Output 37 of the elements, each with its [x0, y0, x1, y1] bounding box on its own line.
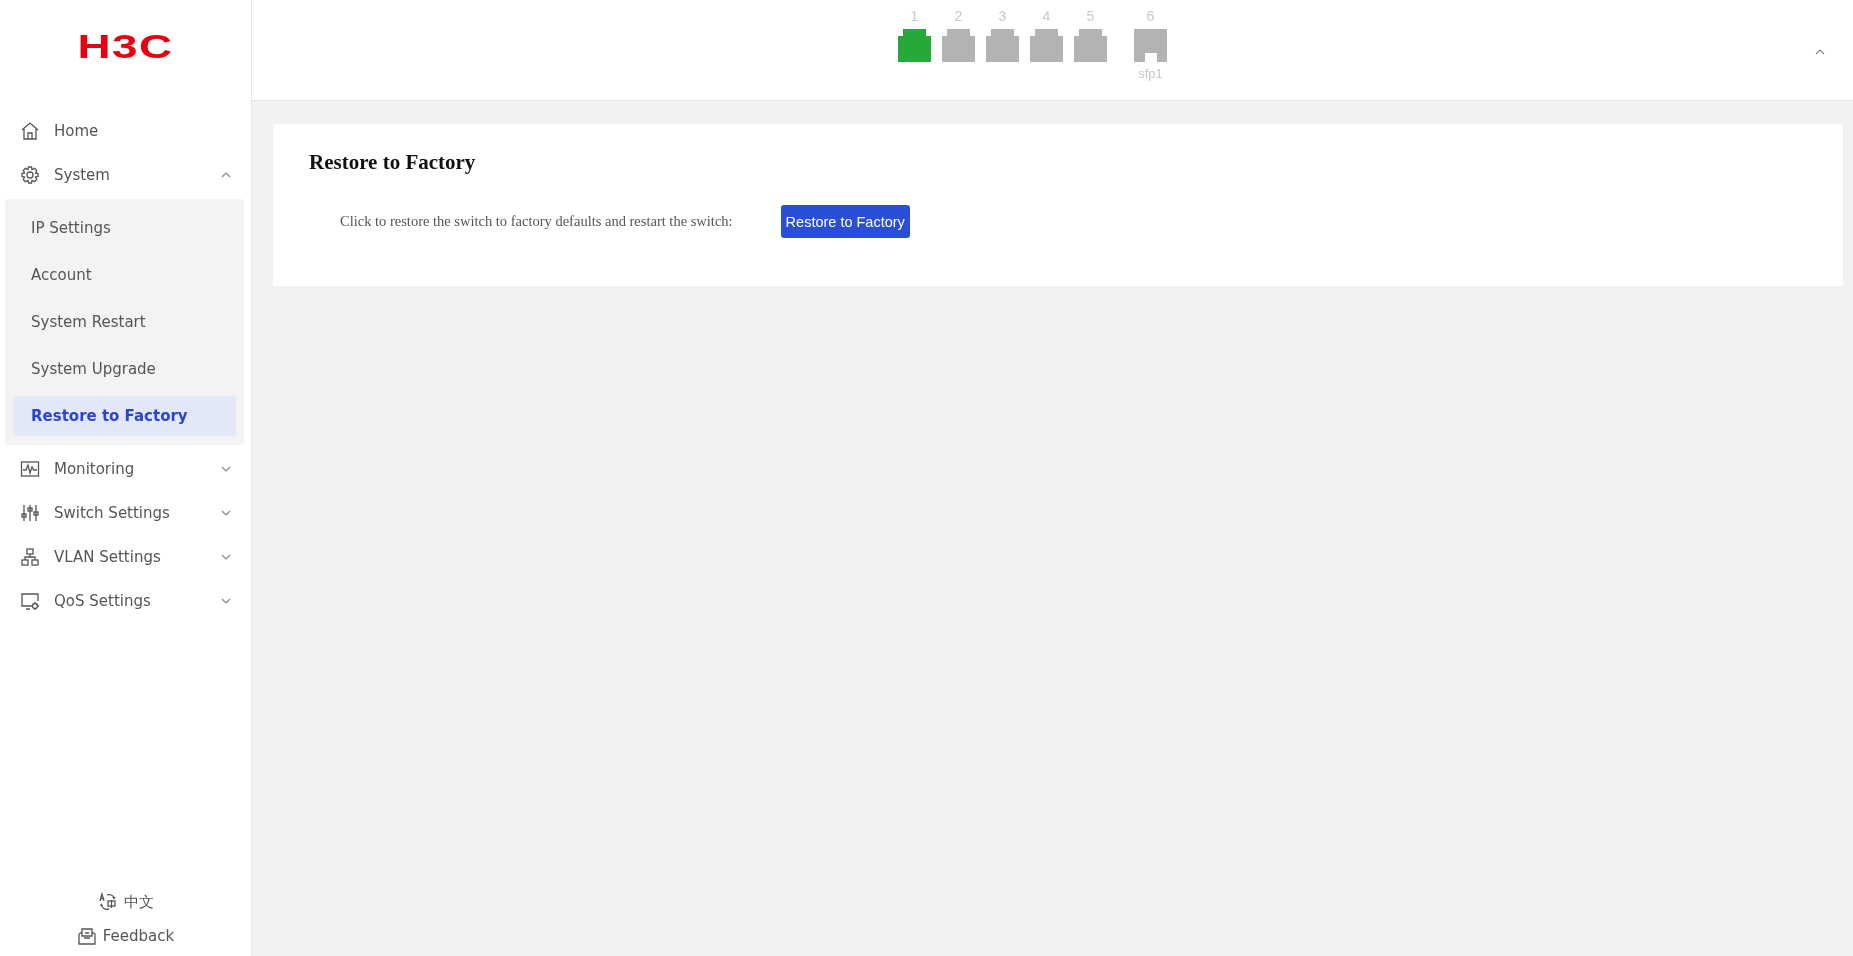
nav-label: Home — [54, 122, 100, 140]
nav-item[interactable]: VLAN Settings — [0, 535, 251, 579]
network-tree-icon — [20, 547, 40, 567]
sliders-icon — [20, 503, 40, 523]
nav-item[interactable]: System — [0, 153, 251, 197]
settings-icon — [20, 165, 40, 185]
translate-icon — [97, 892, 118, 912]
ethernet-port-icon[interactable] — [1074, 29, 1107, 62]
submenu-item[interactable]: System Upgrade — [13, 349, 236, 389]
nav-label: Switch Settings — [54, 504, 171, 522]
nav-item[interactable]: Monitoring — [0, 447, 251, 491]
description-text: Click to restore the switch to factory defaults and restart the switch: — [340, 213, 733, 230]
monitor-gear-icon — [20, 591, 40, 611]
ethernet-port-icon[interactable] — [986, 29, 1019, 62]
submenu-item[interactable]: Restore to Factory — [13, 396, 236, 436]
ethernet-port-icon[interactable] — [1030, 29, 1063, 62]
sfp-port-icon[interactable] — [1134, 29, 1167, 62]
feedback-link[interactable]: Feedback — [76, 926, 175, 946]
nav-label: Monitoring — [54, 460, 136, 478]
page-title: Restore to Factory — [309, 150, 477, 174]
monitor-chart-icon — [20, 459, 40, 479]
nav-label: QoS Settings — [54, 592, 152, 610]
submenu-item[interactable]: System Restart — [13, 302, 236, 342]
home-icon — [20, 121, 40, 141]
inbox-icon — [76, 926, 97, 946]
nav-item[interactable]: QoS Settings — [0, 579, 251, 623]
ethernet-port-icon[interactable] — [898, 29, 931, 62]
ethernet-port-icon[interactable] — [942, 29, 975, 62]
submenu-item[interactable]: Account — [13, 255, 236, 295]
brand-logo: H3C — [77, 26, 174, 66]
nav-label: VLAN Settings — [54, 548, 162, 566]
submenu-item[interactable]: IP Settings — [13, 208, 236, 248]
restore-button[interactable]: Restore to Factory — [780, 205, 910, 238]
nav-item[interactable]: Home — [0, 109, 251, 153]
nav-label: System — [54, 166, 111, 184]
language-link[interactable]: 中文 — [97, 892, 154, 912]
nav-item[interactable]: Switch Settings — [0, 491, 251, 535]
